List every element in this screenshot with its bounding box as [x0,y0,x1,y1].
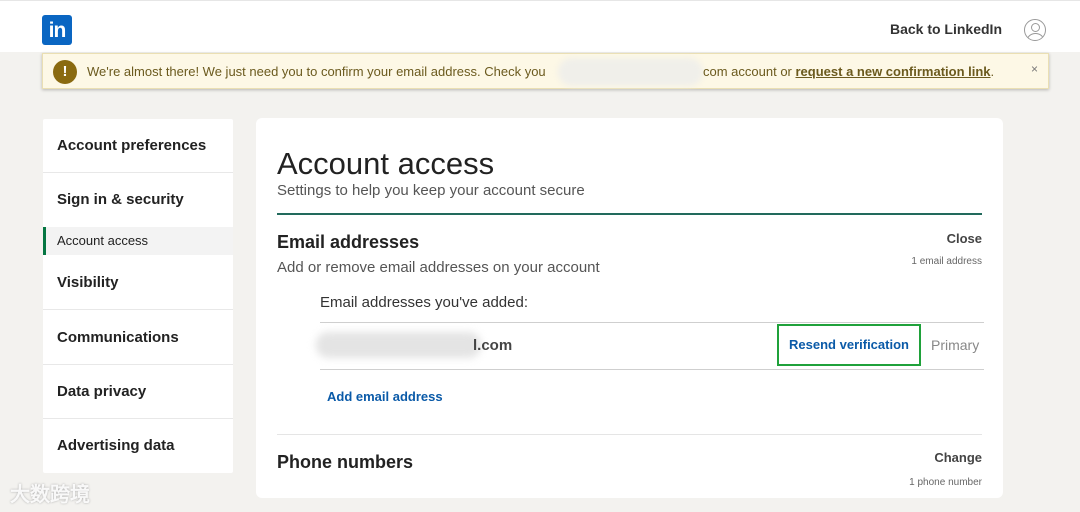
sidebar-subitem-account-access[interactable]: Account access [43,227,233,255]
email-row-bottom-divider [320,369,984,370]
request-confirmation-link[interactable]: request a new confirmation link [796,64,991,79]
sidebar-item-visibility[interactable]: Visibility [43,255,233,310]
title-divider [277,213,982,215]
profile-avatar-icon[interactable] [1024,19,1046,41]
page-subtitle: Settings to help you keep your account s… [277,182,585,199]
primary-email-tag: Primary [931,337,980,353]
watermark-text: 大数跨境 [10,484,90,506]
sidebar-item-communications[interactable]: Communications [43,310,233,365]
email-address: l.com [473,337,513,354]
warning-icon: ! [53,60,77,84]
email-section-title: Email addresses [277,232,420,252]
close-email-section-button[interactable]: Close [947,231,982,246]
settings-sidebar: Account preferences Sign in & security A… [43,119,233,473]
resend-verification-button[interactable]: Resend verification [777,324,921,366]
phone-count: 1 phone number [909,477,982,488]
banner-message-tail: com account or [703,64,796,79]
banner-message-period: . [990,64,995,79]
top-nav-bar: in Back to LinkedIn [0,0,1080,52]
sidebar-item-advertising-data[interactable]: Advertising data [43,419,233,473]
account-access-panel: Account access Settings to help you keep… [256,118,1003,498]
banner-message: We're almost there! We just need you to … [87,64,546,79]
redacted-email-blur [558,58,703,86]
redacted-email-blur [316,332,481,358]
phone-section-title: Phone numbers [277,452,414,472]
add-email-address-link[interactable]: Add email address [327,389,443,404]
email-row-top-divider [320,322,984,323]
change-phone-button[interactable]: Change [934,450,982,465]
email-count: 1 email address [911,256,982,267]
sidebar-item-sign-in-security[interactable]: Sign in & security [43,173,233,227]
sidebar-item-data-privacy[interactable]: Data privacy [43,365,233,419]
banner-message-continued: com account or request a new confirmatio… [703,64,994,79]
linkedin-logo[interactable]: in [42,15,72,45]
email-section-description: Add or remove email addresses on your ac… [277,259,600,276]
sidebar-item-account-preferences[interactable]: Account preferences [43,119,233,173]
email-confirmation-banner: ! We're almost there! We just need you t… [42,53,1049,89]
close-banner-icon[interactable]: × [1031,62,1038,76]
page-title: Account access [277,146,495,181]
added-emails-label: Email addresses you've added: [320,294,528,311]
section-divider [277,434,982,435]
back-to-linkedin-link[interactable]: Back to LinkedIn [890,21,1002,37]
